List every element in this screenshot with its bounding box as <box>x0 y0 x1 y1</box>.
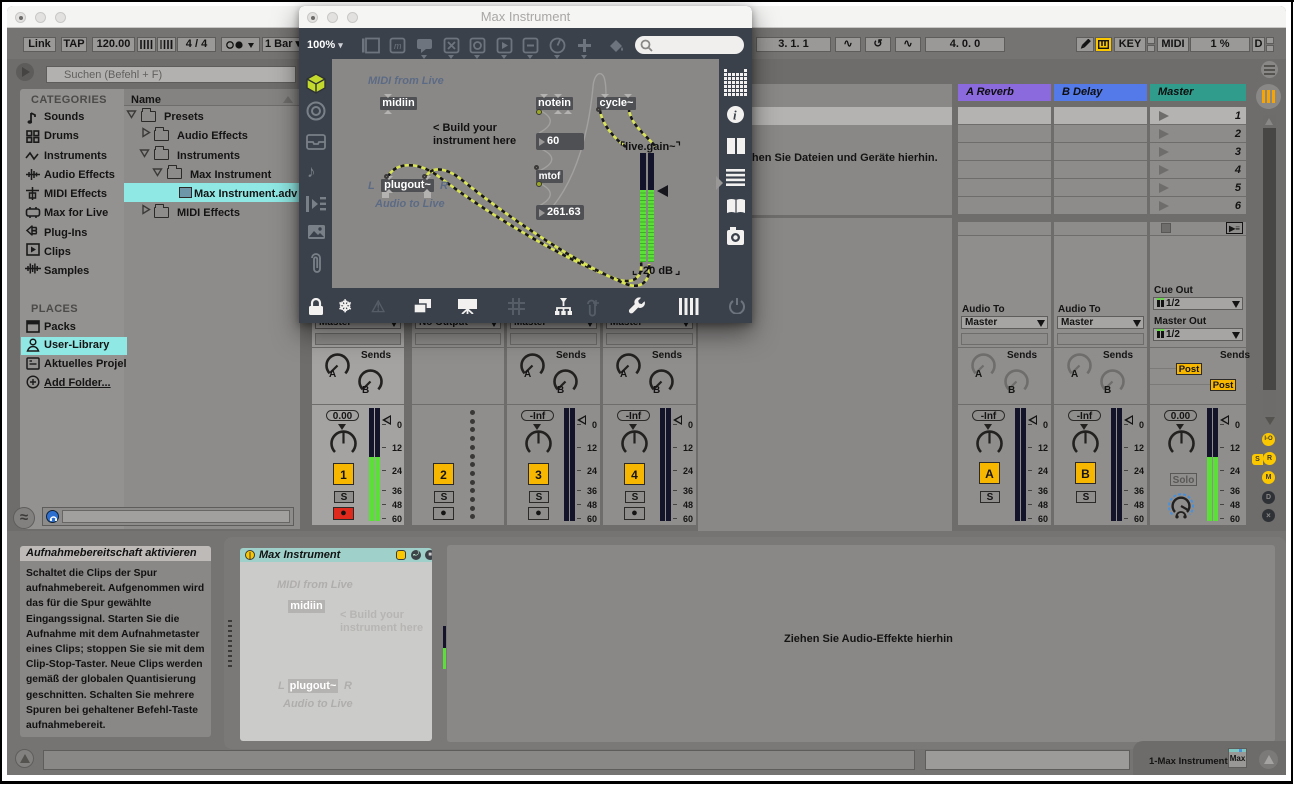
svg-text:m: m <box>394 41 402 51</box>
svg-text:i: i <box>733 108 737 123</box>
